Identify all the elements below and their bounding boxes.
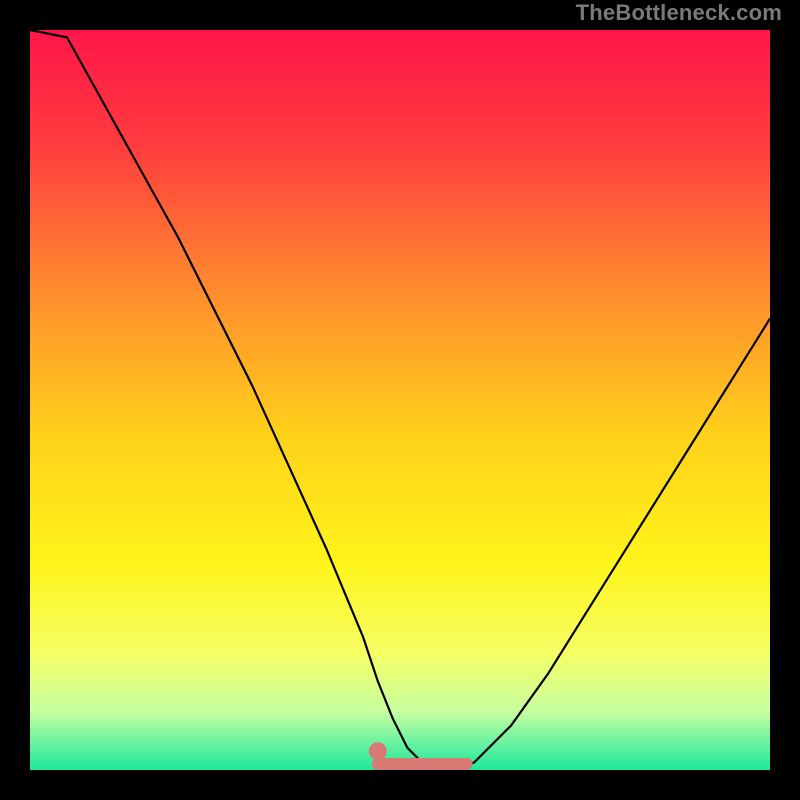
bottleneck-curve — [30, 30, 770, 770]
chart-frame — [20, 20, 780, 780]
watermark-label: TheBottleneck.com — [576, 0, 782, 26]
plot-area — [30, 30, 770, 770]
